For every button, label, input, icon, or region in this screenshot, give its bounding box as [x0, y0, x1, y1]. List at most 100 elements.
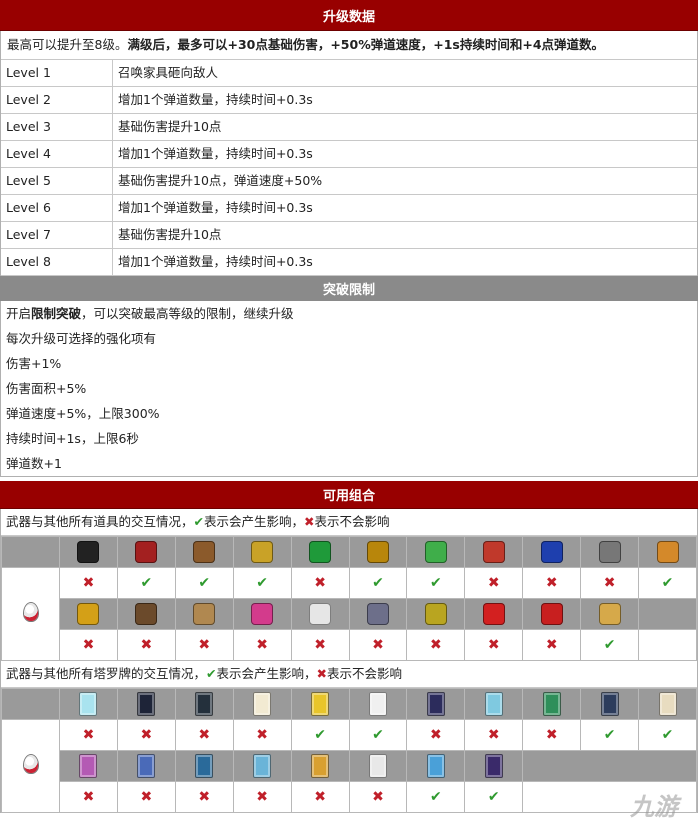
check-mark: ✔ [290, 719, 350, 751]
tarot-cell[interactable] [116, 688, 176, 720]
cross-icon: ✖ [82, 727, 95, 743]
item-cell[interactable] [638, 536, 697, 568]
level-desc: 增加1个弹道数量，持续时间+0.3s [118, 200, 313, 215]
cross-mark: ✖ [116, 781, 176, 813]
level-label: Level 7 [1, 222, 113, 248]
item-cell[interactable] [464, 598, 524, 630]
item-cell[interactable] [59, 598, 118, 630]
cross-mark: ✖ [116, 629, 176, 661]
item-cell[interactable] [580, 598, 640, 630]
tarot-cell[interactable] [232, 688, 292, 720]
tarot-cell[interactable] [174, 688, 234, 720]
cross-mark: ✖ [464, 719, 524, 751]
tarot-cell[interactable] [580, 688, 640, 720]
cross-mark: ✖ [174, 629, 234, 661]
tarot-cell[interactable] [348, 750, 408, 782]
line1-post: ，可以突破最高等级的限制，继续升级 [81, 306, 294, 321]
tarot-cell[interactable] [406, 688, 466, 720]
weapon-egg-icon [23, 755, 38, 773]
breakthrough-option: 弹道数+1 [6, 456, 62, 471]
item-cell[interactable] [232, 598, 292, 630]
tarot-crown-icon [253, 692, 272, 716]
level-label: Level 8 [1, 249, 113, 275]
check-icon: ✔ [487, 789, 500, 805]
tarot-ring-icon [658, 692, 677, 716]
cross-icon: ✖ [198, 727, 211, 743]
note-prefix: 武器与其他所有道具的交互情况， [6, 514, 194, 529]
check-legend: 表示会产生影响， [204, 514, 305, 529]
cross-mark: ✖ [232, 629, 292, 661]
tarot-cell[interactable] [290, 750, 350, 782]
heart-armor-icon [77, 541, 100, 563]
item-cell[interactable] [174, 598, 234, 630]
cross-icon: ✖ [372, 637, 384, 653]
item-cell[interactable] [464, 536, 524, 568]
level-row: Level 8 增加1个弹道数量，持续时间+0.3s [1, 249, 697, 276]
cross-icon: ✖ [487, 727, 500, 743]
gold-bar-icon [598, 603, 621, 625]
item-cell[interactable] [522, 536, 582, 568]
cross-mark: ✖ [232, 719, 292, 751]
check-mark: ✔ [348, 719, 408, 751]
tarot-void-icon [426, 692, 445, 716]
check-mark: ✔ [580, 719, 640, 751]
cross-legend: 表示不会影响 [314, 514, 390, 529]
tarot-cell[interactable] [116, 750, 176, 782]
item-cell[interactable] [580, 536, 640, 568]
header-corner [1, 536, 60, 568]
item-cell[interactable] [348, 536, 408, 568]
watermark: 九游 [630, 793, 678, 821]
cross-mark: ✖ [522, 567, 582, 599]
item-cell[interactable] [59, 536, 118, 568]
cross-mark: ✖ [174, 781, 234, 813]
tarot-cell[interactable] [348, 688, 408, 720]
item-cell[interactable] [232, 536, 292, 568]
level-desc: 增加1个弹道数量，持续时间+0.3s [118, 92, 313, 107]
tarot-cell[interactable] [174, 750, 234, 782]
level-desc: 基础伤害提升10点 [118, 227, 222, 242]
item-cell[interactable] [406, 536, 466, 568]
item-cell[interactable] [348, 598, 408, 630]
tarot-cell[interactable] [59, 750, 118, 782]
cross-icon: ✖ [198, 637, 211, 653]
cross-mark: ✖ [116, 719, 176, 751]
cross-icon: ✖ [545, 637, 558, 653]
cross-icon: ✖ [304, 514, 315, 529]
check-mark: ✔ [638, 567, 697, 599]
combos-body: 武器与其他所有道具的交互情况，✔表示会产生影响，✖表示不会影响 ✖ ✔ ✔ ✔ ✖ ✔ ✔ ✖… [0, 509, 698, 813]
level-row: Level 1 召唤家具砸向敌人 [1, 60, 697, 87]
tarot-cell[interactable] [464, 688, 524, 720]
tarot-cell[interactable] [232, 750, 292, 782]
item-cell[interactable] [116, 536, 176, 568]
combos-title: 可用组合 [322, 489, 375, 504]
tarot-cell[interactable] [406, 750, 466, 782]
item-cell[interactable] [290, 598, 350, 630]
tarot-cell[interactable] [638, 688, 697, 720]
item-cell[interactable] [116, 598, 176, 630]
cross-icon: ✖ [140, 727, 153, 743]
cross-mark: ✖ [522, 629, 582, 661]
check-mark: ✔ [638, 719, 697, 751]
item-cell[interactable] [174, 536, 234, 568]
tarot-skull-icon [195, 692, 214, 716]
tarot-blade-icon [426, 754, 445, 778]
cross-icon: ✖ [487, 575, 500, 591]
check-mark: ✔ [232, 567, 292, 599]
item-cell[interactable] [522, 598, 582, 630]
cross-icon: ✖ [256, 727, 269, 743]
cross-icon: ✖ [314, 575, 326, 591]
item-cell[interactable] [406, 598, 466, 630]
item-cell[interactable] [290, 536, 350, 568]
cross-mark: ✖ [59, 567, 118, 599]
level-row: Level 5 基础伤害提升10点，弹道速度+50% [1, 168, 697, 195]
tarot-cell[interactable] [59, 688, 118, 720]
cross-mark: ✖ [406, 719, 466, 751]
cross-icon: ✖ [430, 727, 442, 743]
level-row: Level 6 增加1个弹道数量，持续时间+0.3s [1, 195, 697, 222]
tarot-cell[interactable] [464, 750, 524, 782]
tarot-cell[interactable] [522, 688, 582, 720]
level-label: Level 4 [1, 141, 113, 167]
tarot-cell[interactable] [290, 688, 350, 720]
cross-mark: ✖ [232, 781, 292, 813]
cross-mark: ✖ [290, 781, 350, 813]
